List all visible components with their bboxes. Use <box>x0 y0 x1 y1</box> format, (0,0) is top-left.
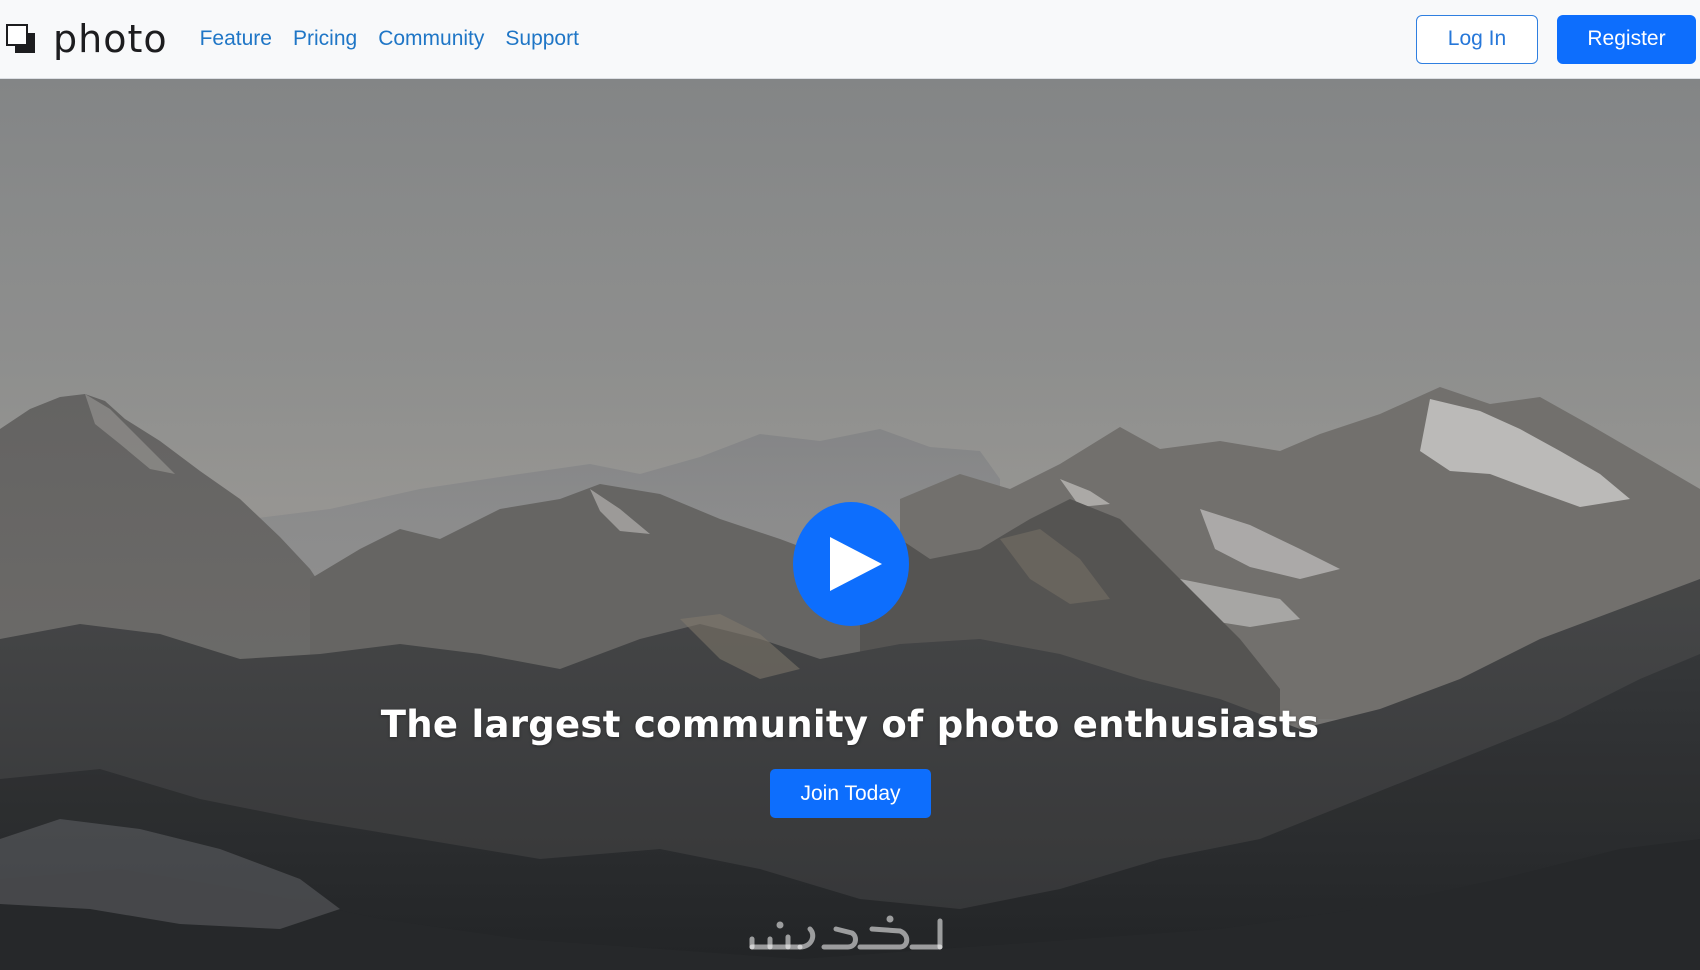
nav-actions: Log In Register <box>1416 14 1696 64</box>
square-stack-logo-icon <box>6 24 36 54</box>
brand-link[interactable]: photo <box>6 20 168 58</box>
nav-link-pricing[interactable]: Pricing <box>293 27 357 51</box>
nav-link-support[interactable]: Support <box>505 27 579 51</box>
navbar: photo Feature Pricing Community Support … <box>0 0 1700 79</box>
login-button[interactable]: Log In <box>1416 14 1538 64</box>
khamsat-logo-icon <box>749 915 943 950</box>
join-today-button[interactable]: Join Today <box>770 769 931 818</box>
nav-link-feature[interactable]: Feature <box>200 27 272 51</box>
nav-links: Feature Pricing Community Support <box>200 27 600 51</box>
hero-section: The largest community of photo enthusias… <box>0 79 1700 970</box>
play-video-button[interactable] <box>793 502 909 626</box>
brand-name: photo <box>53 17 168 61</box>
register-button[interactable]: Register <box>1557 14 1696 64</box>
hero-title: The largest community of photo enthusias… <box>380 703 1320 746</box>
page: photo Feature Pricing Community Support … <box>0 0 1700 970</box>
play-icon <box>830 537 882 591</box>
nav-link-community[interactable]: Community <box>378 27 484 51</box>
